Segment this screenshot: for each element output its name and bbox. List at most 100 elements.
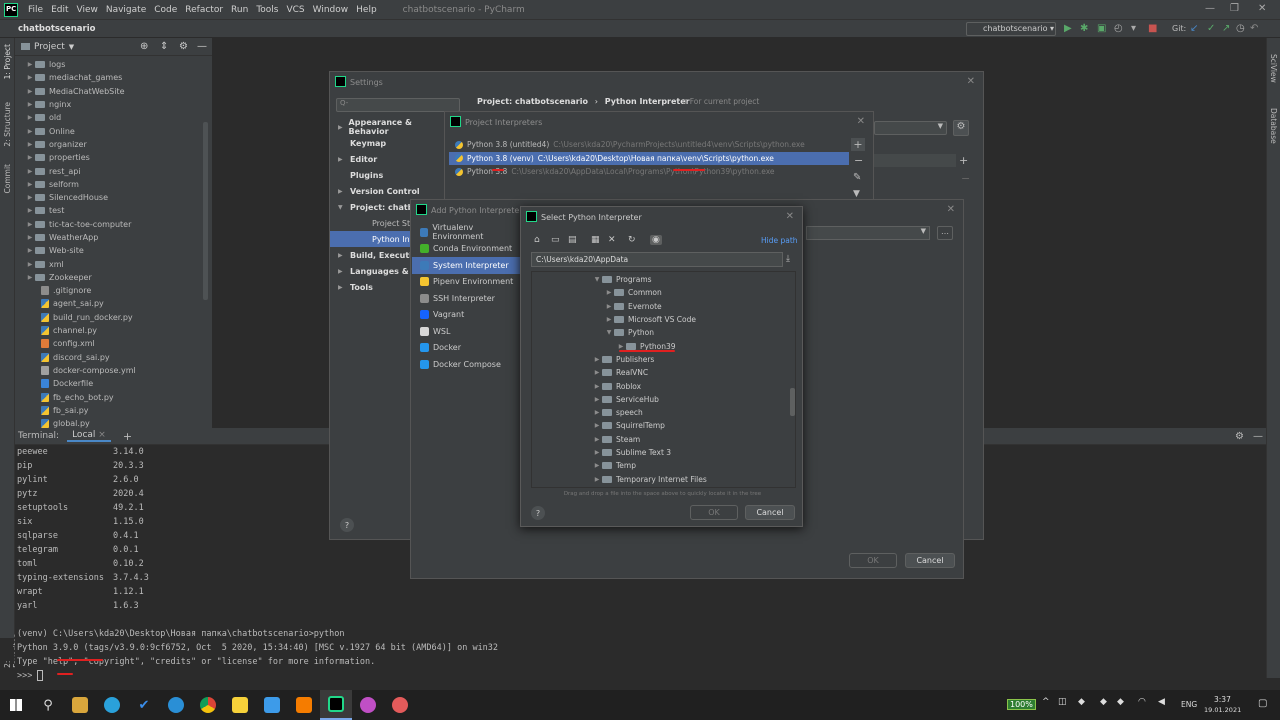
ok-button[interactable]: OK <box>849 553 897 568</box>
remove-interpreter-icon[interactable]: − <box>854 154 863 167</box>
project-folder-icon[interactable]: ▤ <box>568 235 577 245</box>
tree-folder[interactable]: ▶ tic-tac-toe-computer <box>15 218 212 231</box>
sticky-notes-icon[interactable] <box>224 690 256 720</box>
filter-icon[interactable]: ▼ <box>853 189 860 199</box>
settings-nav-item[interactable]: ▶ Appearance & Behavior <box>330 118 442 136</box>
git-history-icon[interactable]: ◷ <box>1236 23 1245 34</box>
chevron-right-icon[interactable]: ▶ <box>25 61 35 68</box>
chrome-icon[interactable] <box>192 690 224 720</box>
app-icon[interactable] <box>352 690 384 720</box>
interpreter-type-item[interactable]: Docker Compose <box>412 356 520 373</box>
settings-nav-item[interactable]: Plugins <box>330 167 442 183</box>
file-tree-row[interactable]: ▶ Evernote <box>532 300 795 313</box>
chevron-right-icon[interactable]: ▶ <box>25 154 35 161</box>
chevron-right-icon[interactable]: ▶ <box>25 261 35 268</box>
tree-folder[interactable]: ▶ organizer <box>15 138 212 151</box>
interpreter-path-select[interactable]: ▼ <box>806 226 930 240</box>
chevron-right-icon[interactable]: ▶ <box>592 422 602 429</box>
chevron-up-icon[interactable]: ^ <box>1042 697 1050 707</box>
file-tree-row[interactable]: ▶ Microsoft VS Code <box>532 313 795 326</box>
app-tray-icon[interactable]: ◆ <box>1117 697 1124 707</box>
debug-icon[interactable]: ✱ <box>1080 23 1088 34</box>
sciview-tool-tab[interactable]: SciView <box>1269 54 1278 83</box>
menu-item-help[interactable]: Help <box>352 5 381 15</box>
tree-file[interactable]: .gitignore <box>15 284 212 297</box>
chevron-icon[interactable]: ▶ <box>338 268 350 275</box>
tree-folder[interactable]: ▶ properties <box>15 151 212 164</box>
git-rollback-icon[interactable]: ↶ <box>1250 23 1258 34</box>
tree-file[interactable]: build_run_docker.py <box>15 311 212 324</box>
tree-file[interactable]: config.xml <box>15 337 212 350</box>
settings-nav-item[interactable]: Keymap <box>330 135 442 151</box>
file-tree-row[interactable]: ▶ Common <box>532 286 795 299</box>
minimize-button[interactable]: — <box>1205 3 1215 14</box>
chevron-right-icon[interactable]: ▶ <box>25 194 35 201</box>
settings-nav-item[interactable]: ▶ Version Control <box>330 183 442 199</box>
ok-button[interactable]: OK <box>690 505 738 520</box>
file-tree-row[interactable]: ▶ Temporary Internet Files <box>532 472 795 485</box>
file-tree-row[interactable]: ▶ Sublime Text 3 <box>532 446 795 459</box>
chevron-right-icon[interactable]: ▶ <box>592 436 602 443</box>
chevron-down-icon[interactable]: ▼ <box>69 43 74 51</box>
file-tree-row[interactable]: ▶ Publishers <box>532 353 795 366</box>
chevron-right-icon[interactable]: ▶ <box>592 462 602 469</box>
chevron-icon[interactable]: ▶ <box>338 284 350 291</box>
menu-item-view[interactable]: View <box>73 5 102 15</box>
chevron-right-icon[interactable]: ▶ <box>25 181 35 188</box>
chevron-right-icon[interactable]: ▶ <box>616 343 626 350</box>
desktop-icon[interactable]: ▭ <box>551 235 560 245</box>
interpreter-type-item[interactable]: WSL <box>412 323 520 340</box>
app-icon[interactable] <box>256 690 288 720</box>
chevron-right-icon[interactable]: ▶ <box>592 383 602 390</box>
browse-button[interactable]: … <box>937 226 953 240</box>
run-target-icon[interactable]: ▾ <box>1131 23 1136 34</box>
chevron-right-icon[interactable]: ▶ <box>592 356 602 363</box>
collapse-icon[interactable]: ⇕ <box>160 41 168 52</box>
pycharm-taskbar-icon[interactable] <box>320 690 352 720</box>
clock-date[interactable]: 19.01.2021 <box>1204 706 1241 714</box>
edge-icon[interactable] <box>160 690 192 720</box>
menu-item-window[interactable]: Window <box>309 5 353 15</box>
project-tool-tab[interactable]: 1: Project <box>3 44 12 79</box>
volume-icon[interactable]: ◀ <box>1158 697 1165 707</box>
refresh-icon[interactable]: ↻ <box>628 235 636 245</box>
notifications-icon[interactable]: ▢ <box>1258 698 1267 709</box>
menu-item-navigate[interactable]: Navigate <box>102 5 150 15</box>
show-hidden-icon[interactable]: ◉ <box>650 235 662 245</box>
interpreter-row[interactable]: Python 3.8 C:\Users\kda20\AppData\Local\P… <box>449 165 849 179</box>
menu-item-code[interactable]: Code <box>150 5 181 15</box>
language-indicator[interactable]: ENG <box>1181 700 1197 709</box>
project-panel-title[interactable]: Project <box>34 42 65 52</box>
tree-file[interactable]: agent_sai.py <box>15 297 212 310</box>
help-button[interactable]: ? <box>531 506 545 520</box>
chevron-right-icon[interactable]: ▶ <box>25 207 35 214</box>
chevron-right-icon[interactable]: ▶ <box>604 289 614 296</box>
edit-interpreter-icon[interactable]: ✎ <box>853 172 861 183</box>
structure-tool-tab[interactable]: 2: Structure <box>3 102 12 147</box>
gear-icon[interactable]: ⚙ <box>179 41 188 52</box>
add-terminal-icon[interactable]: + <box>123 430 132 443</box>
hide-icon[interactable]: — <box>1253 431 1263 442</box>
tree-folder[interactable]: ▶ nginx <box>15 98 212 111</box>
todo-icon[interactable]: ✔ <box>128 690 160 720</box>
close-icon[interactable]: ✕ <box>786 211 794 222</box>
tree-file[interactable]: fb_echo_bot.py <box>15 390 212 403</box>
database-tool-tab[interactable]: Database <box>1269 108 1278 144</box>
file-tree-row[interactable]: ▶ Roblox <box>532 379 795 392</box>
chevron-right-icon[interactable]: ▶ <box>592 409 602 416</box>
chevron-icon[interactable]: ▶ <box>338 156 350 163</box>
interpreter-type-item[interactable]: Vagrant <box>412 307 520 324</box>
close-icon[interactable]: ✕ <box>967 76 975 87</box>
tree-folder[interactable]: ▶ mediachat_games <box>15 71 212 84</box>
tree-folder[interactable]: ▶ test <box>15 204 212 217</box>
menu-item-vcs[interactable]: VCS <box>282 5 308 15</box>
cancel-button[interactable]: Cancel <box>745 505 795 520</box>
add-package-icon[interactable]: + <box>959 154 968 167</box>
chevron-right-icon[interactable]: ▶ <box>25 114 35 121</box>
menu-item-tools[interactable]: Tools <box>252 5 282 15</box>
add-interpreter-icon[interactable]: + <box>851 138 865 151</box>
remove-package-icon[interactable]: − <box>961 172 970 185</box>
delete-icon[interactable]: ✕ <box>608 235 616 245</box>
chevron-icon[interactable]: ▶ <box>338 252 350 259</box>
chevron-right-icon[interactable]: ▶ <box>25 274 35 281</box>
